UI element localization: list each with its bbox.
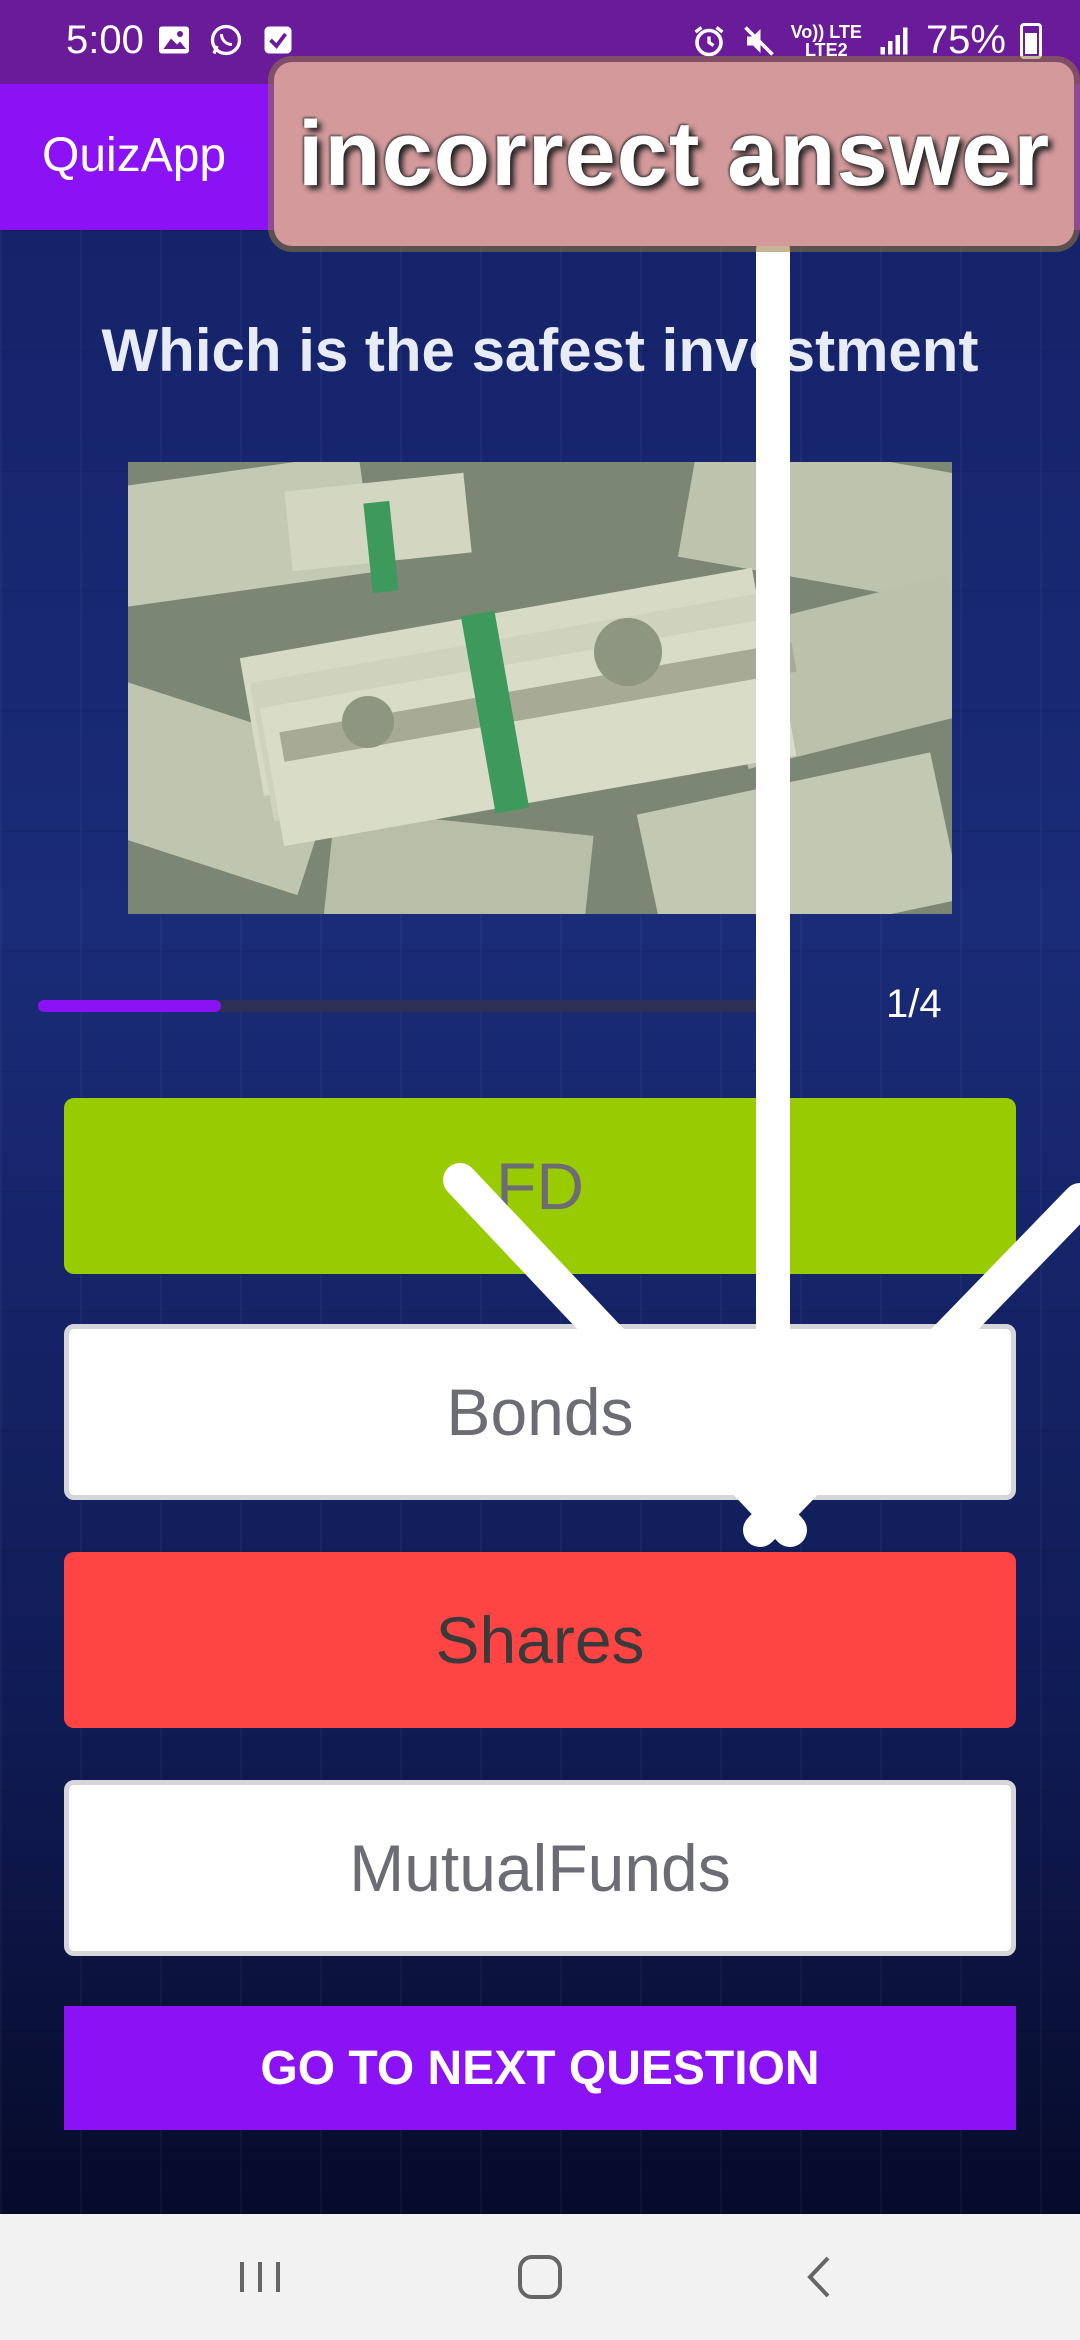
option-bonds[interactable]: Bonds bbox=[64, 1324, 1016, 1500]
status-right: Vo)) LTE LTE2 75% bbox=[691, 18, 1042, 63]
progress-counter: 1/4 bbox=[886, 982, 942, 1026]
battery-percent: 75% bbox=[925, 18, 1006, 62]
question-text: Which is the safest investment bbox=[101, 317, 979, 384]
progress-bar bbox=[38, 1000, 770, 1012]
status-time: 5:00 bbox=[66, 18, 144, 62]
mute-icon bbox=[743, 25, 774, 56]
app-title: QuizApp bbox=[42, 129, 227, 182]
status-icons-left bbox=[156, 22, 296, 58]
signal-icon bbox=[880, 27, 908, 54]
battery-icon bbox=[1020, 22, 1042, 59]
home-icon[interactable] bbox=[510, 2252, 570, 2302]
gallery-icon bbox=[159, 26, 189, 54]
network-indicator: Vo)) LTE LTE2 bbox=[791, 23, 862, 59]
next-question-button[interactable]: GO TO NEXT QUESTION bbox=[64, 2006, 1016, 2130]
checkbox-icon bbox=[264, 26, 292, 54]
whatsapp-icon bbox=[210, 24, 242, 56]
progress-fill bbox=[38, 1000, 221, 1012]
alarm-icon bbox=[694, 25, 724, 56]
network-bottom-label: LTE2 bbox=[804, 39, 848, 60]
network-top-label: Vo)) LTE bbox=[790, 21, 862, 42]
option-fd[interactable]: FD bbox=[64, 1098, 1016, 1274]
navigation-bar bbox=[0, 2214, 1080, 2340]
recents-icon[interactable] bbox=[230, 2252, 290, 2302]
option-mutualfunds[interactable]: MutualFunds bbox=[64, 1780, 1016, 1956]
money-stacks-image bbox=[128, 462, 952, 914]
toast-text: incorrect answer bbox=[297, 102, 1051, 205]
toast-message: incorrect answer bbox=[274, 62, 1074, 246]
money-stacks-illustration bbox=[128, 462, 952, 914]
option-shares[interactable]: Shares bbox=[64, 1552, 1016, 1728]
back-icon[interactable] bbox=[792, 2252, 852, 2302]
